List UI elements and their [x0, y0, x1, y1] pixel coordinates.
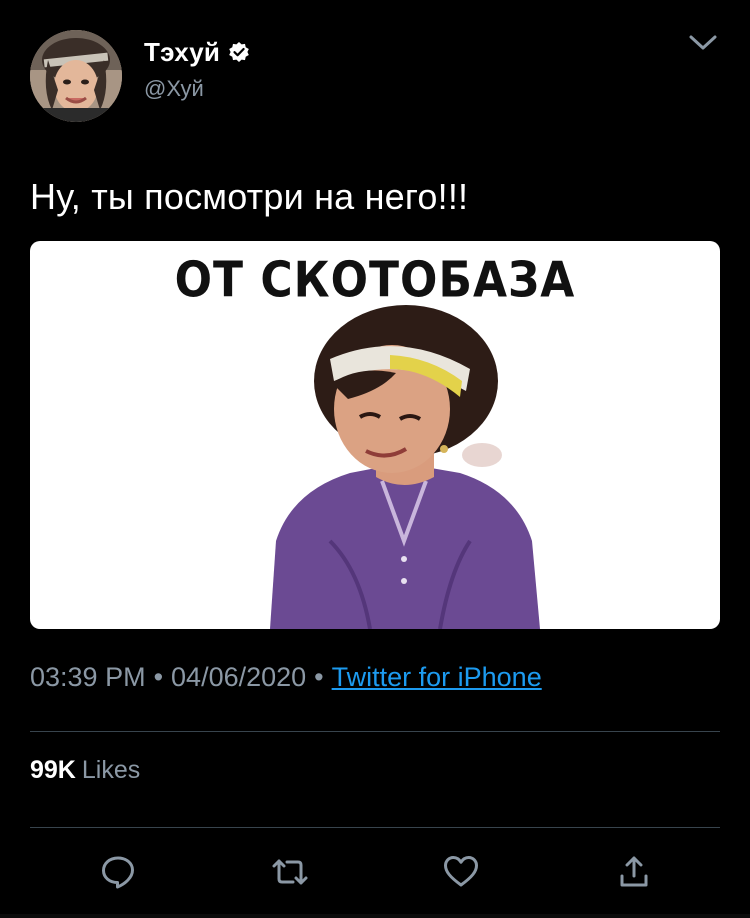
- reply-icon: [102, 856, 134, 889]
- divider: [30, 731, 720, 732]
- tweet-time: 03:39 PM: [30, 662, 146, 692]
- share-button[interactable]: [612, 850, 656, 894]
- tweet-media-image[interactable]: ОТ СКОТОБАЗА: [30, 241, 720, 629]
- meta-separator: •: [314, 662, 324, 692]
- tweet-detail-page: Тэхуй @Хуй Ну, ты посмотри на него!!! ОТ…: [0, 0, 750, 918]
- display-name-row: Тэхуй: [144, 36, 250, 68]
- likes-stat[interactable]: 99K Likes: [30, 756, 140, 785]
- divider: [30, 827, 720, 828]
- retweet-icon: [272, 859, 308, 885]
- avatar[interactable]: [30, 30, 122, 122]
- verified-badge-icon: [228, 41, 250, 63]
- bottom-edge: [0, 914, 750, 918]
- likes-label: Likes: [81, 756, 141, 784]
- tweet-text: Ну, ты посмотри на него!!!: [30, 176, 469, 217]
- retweet-button[interactable]: [268, 850, 312, 894]
- meme-caption: ОТ СКОТОБАЗА: [174, 251, 576, 310]
- author-block[interactable]: Тэхуй @Хуй: [144, 36, 250, 102]
- tweet-date: 04/06/2020: [171, 662, 307, 692]
- reply-button[interactable]: [96, 850, 140, 894]
- chevron-down-icon[interactable]: [688, 32, 718, 54]
- tweet-header: Тэхуй @Хуй: [30, 30, 720, 122]
- handle[interactable]: @Хуй: [144, 76, 250, 102]
- tweet-source-link[interactable]: Twitter for iPhone: [332, 662, 542, 692]
- tweet-meta: 03:39 PM • 04/06/2020 • Twitter for iPhone: [30, 662, 542, 693]
- share-icon: [620, 856, 648, 887]
- display-name[interactable]: Тэхуй: [144, 37, 220, 68]
- heart-icon: [444, 856, 478, 887]
- avatar-image: [30, 30, 122, 122]
- meta-separator: •: [153, 662, 164, 692]
- like-button[interactable]: [439, 850, 483, 894]
- action-bar: [0, 850, 750, 894]
- likes-count: 99K: [30, 756, 76, 784]
